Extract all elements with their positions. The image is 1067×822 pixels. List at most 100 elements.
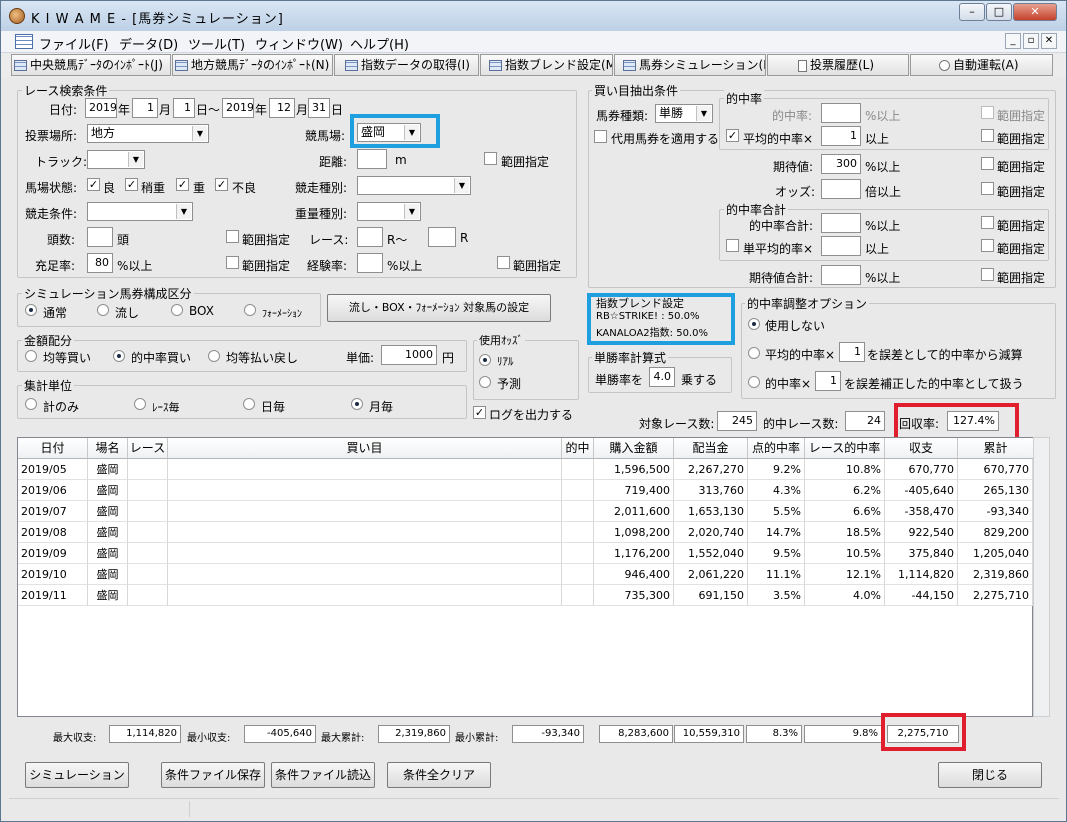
auto-run-button[interactable]: 自動運転(A) [910,54,1053,76]
distance-range-checkbox[interactable] [484,152,497,165]
experience-input[interactable] [357,253,383,273]
mdi-restore-button[interactable]: ▫ [1023,33,1039,49]
table-scrollbar[interactable] [1033,437,1050,717]
table-row[interactable]: 2019/10 盛岡 946,400 2,061,220 11.1% 12.1% 1,114… [18,564,1033,585]
cond-heavy-checkbox[interactable]: ✓ [176,178,189,191]
adjust-correct-input[interactable]: 1 [815,371,841,391]
close-window-button[interactable]: ✕ [1013,3,1057,21]
race-to-input[interactable] [428,227,456,247]
run-simulation-button[interactable]: シミュレーション [25,762,129,788]
col-hit[interactable]: 的中 [562,438,594,459]
fill-rate-input[interactable]: 80 [87,253,113,273]
from-month-input[interactable]: 1 [132,98,158,118]
agg-month-radio[interactable] [351,398,363,410]
single-avg-input[interactable] [821,236,861,256]
money-equal-payout-radio[interactable] [208,350,220,362]
table-row[interactable]: 2019/11 盛岡 735,300 691,150 3.5% 4.0% -44,150 2,… [18,585,1033,606]
output-log-checkbox[interactable]: ✓ [473,406,486,419]
import-central-button[interactable]: 中央競馬ﾃﾞｰﾀのｲﾝﾎﾟｰﾄ(J) [11,54,171,76]
col-purchase[interactable]: 購入金額 [594,438,674,459]
adjust-subtract-radio[interactable] [748,347,760,359]
unit-price-input[interactable]: 1000 [381,345,437,365]
to-day-input[interactable]: 31 [308,98,330,118]
race-from-input[interactable] [357,227,383,247]
minimize-button[interactable]: – [959,3,985,21]
ev-range-checkbox[interactable] [981,157,994,170]
col-bet[interactable]: 買い目 [168,438,562,459]
hit-range-checkbox[interactable] [981,106,994,119]
ev-input[interactable]: 300 [821,154,861,174]
avg-hit-input[interactable]: 1 [821,126,861,146]
heads-range-checkbox[interactable] [226,230,239,243]
money-hitrate-radio[interactable] [113,350,125,362]
to-month-input[interactable]: 12 [269,98,295,118]
ev-sum-range-checkbox[interactable] [981,268,994,281]
mdi-minimize-button[interactable]: _ [1005,33,1021,49]
menu-tools[interactable]: ツール(T) [188,34,245,53]
from-year-input[interactable]: 2019 [85,98,117,118]
race-condition-select[interactable]: ▼ [87,202,193,221]
race-type-select[interactable]: ▼ [357,176,471,195]
experience-range-checkbox[interactable] [497,256,510,269]
agg-day-radio[interactable] [243,398,255,410]
clear-conditions-button[interactable]: 条件全クリア [387,762,491,788]
col-race-hit[interactable]: レース的中率 [805,438,885,459]
save-conditions-button[interactable]: 条件ファイル保存 [161,762,265,788]
weight-type-select[interactable]: ▼ [357,202,421,221]
heads-input[interactable] [87,227,113,247]
target-horse-setting-button[interactable]: 流し・BOX・ﾌｫｰﾒｰｼｮﾝ 対象馬の設定 [327,294,551,322]
table-row[interactable]: 2019/08 盛岡 1,098,200 2,020,740 14.7% 18.5% 922… [18,522,1033,543]
menu-help[interactable]: ヘルプ(H) [350,34,409,53]
col-race[interactable]: レース [128,438,168,459]
single-avg-range-checkbox[interactable] [981,239,994,252]
win-rate-input[interactable]: 4.0 [649,367,675,387]
odds-real-radio[interactable] [479,354,491,366]
sim-formation-radio[interactable] [244,304,256,316]
venue-select[interactable]: 地方 ▼ [87,124,209,143]
odds-predicted-radio[interactable] [479,376,491,388]
menu-file[interactable]: ファイル(F) [39,34,109,53]
money-equal-radio[interactable] [25,350,37,362]
avg-hit-range-checkbox[interactable] [981,129,994,142]
vote-history-button[interactable]: 投票履歴(L) [767,54,909,76]
to-year-input[interactable]: 2019 [222,98,254,118]
col-point-hit[interactable]: 点的中率 [748,438,805,459]
simulation-button[interactable]: 馬券シミュレーション(B) [614,54,766,76]
hit-rate-input[interactable] [821,103,861,123]
agg-total-radio[interactable] [25,398,37,410]
table-row[interactable]: 2019/05 盛岡 1,596,500 2,267,270 9.2% 10.8% 670,… [18,459,1033,480]
single-avg-checkbox[interactable] [726,239,739,252]
col-profit[interactable]: 収支 [885,438,958,459]
col-date[interactable]: 日付 [18,438,88,459]
hit-sum-range-checkbox[interactable] [981,216,994,229]
bet-type-select[interactable]: 単勝 ▼ [655,104,713,123]
import-local-button[interactable]: 地方競馬ﾃﾞｰﾀのｲﾝﾎﾟｰﾄ(N) [172,54,333,76]
ev-sum-input[interactable] [821,265,861,285]
cond-good-checkbox[interactable]: ✓ [87,178,100,191]
close-button[interactable]: 閉じる [938,762,1042,788]
col-payout[interactable]: 配当金 [674,438,748,459]
maximize-button[interactable]: □ [986,3,1012,21]
table-row[interactable]: 2019/07 盛岡 2,011,600 1,653,130 5.5% 6.6% -358,… [18,501,1033,522]
load-conditions-button[interactable]: 条件ファイル読込 [271,762,375,788]
adjust-correct-radio[interactable] [748,376,760,388]
col-venue[interactable]: 場名 [88,438,128,459]
fill-range-checkbox[interactable] [226,256,239,269]
distance-input[interactable] [357,149,387,169]
odds-input[interactable] [821,179,861,199]
fetch-index-button[interactable]: 指数データの取得(I) [334,54,479,76]
menu-window[interactable]: ウィンドウ(W) [255,34,343,53]
substitute-ticket-checkbox[interactable] [594,130,607,143]
avg-hit-checkbox[interactable]: ✓ [726,129,739,142]
blend-settings-button[interactable]: 指数ブレンド設定(M) [480,54,613,76]
mdi-close-button[interactable]: ✕ [1041,33,1057,49]
sim-normal-radio[interactable] [25,304,37,316]
sim-box-radio[interactable] [171,304,183,316]
hit-sum-input[interactable] [821,213,861,233]
cond-bad-checkbox[interactable]: ✓ [215,178,228,191]
adjust-subtract-input[interactable]: 1 [839,342,865,362]
cond-slightly-heavy-checkbox[interactable]: ✓ [125,178,138,191]
adjust-none-radio[interactable] [748,318,760,330]
menu-data[interactable]: データ(D) [119,34,178,53]
track-select[interactable]: ▼ [87,150,145,169]
